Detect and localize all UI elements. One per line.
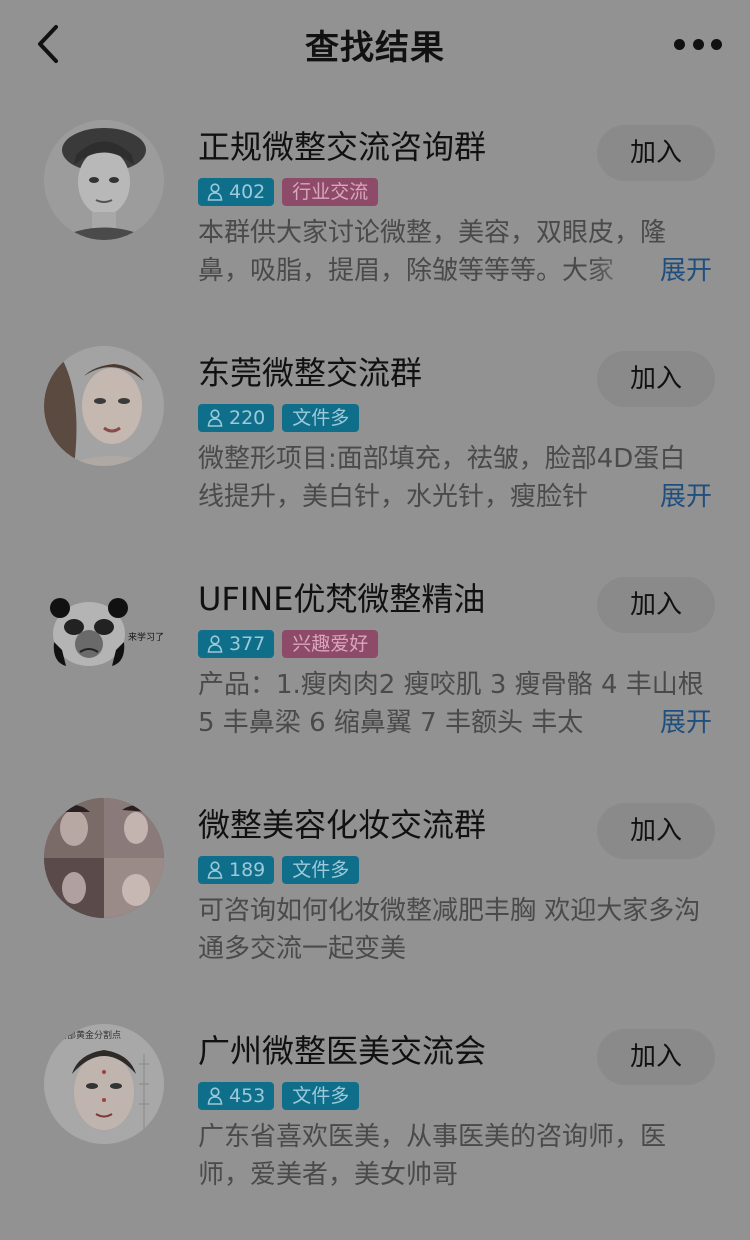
group-tags: 402 行业交流 — [198, 178, 379, 206]
member-count: 189 — [229, 859, 266, 881]
text-fade — [590, 252, 660, 290]
more-horizontal-icon[interactable] — [674, 30, 722, 58]
page-title: 查找结果 — [305, 28, 445, 68]
person-icon — [207, 183, 223, 201]
group-name: 微整美容化妆交流群 — [198, 806, 487, 844]
group-result-item[interactable]: 东莞微整交流群 加入 220 文件多 微整形项目:面部填充，祛皱，脸部4D蛋白线… — [0, 336, 750, 562]
group-result-item[interactable]: 面部黄金分割点 广州微整医美交流会 加入 453 文件多 广东省喜欢医美，从事医… — [0, 1014, 750, 1240]
group-name: 东莞微整交流群 — [198, 354, 423, 392]
member-count-badge: 402 — [198, 178, 275, 206]
group-avatar: 面部黄金分割点 — [44, 1024, 164, 1144]
expand-link[interactable]: 展开 — [660, 252, 712, 290]
group-name: 广州微整医美交流会 — [198, 1032, 487, 1070]
person-icon — [207, 409, 223, 427]
member-count-badge: 377 — [198, 630, 275, 658]
person-icon — [207, 1087, 223, 1105]
group-result-item[interactable]: 来学习了! UFINE优梵微整精油 加入 377 兴趣爱好 产品：1.瘦肉肉2 … — [0, 562, 750, 788]
person-icon — [207, 861, 223, 879]
member-count-badge: 220 — [198, 404, 275, 432]
expand-link[interactable]: 展开 — [660, 704, 712, 742]
text-fade — [590, 704, 660, 742]
top-bar: 查找结果 — [0, 0, 750, 90]
group-avatar — [44, 798, 164, 918]
member-count-badge: 453 — [198, 1082, 275, 1110]
join-button[interactable]: 加入 — [597, 351, 715, 407]
person-icon — [207, 635, 223, 653]
group-name: 正规微整交流咨询群 — [198, 128, 487, 166]
group-description: 广东省喜欢医美，从事医美的咨询师，医师，爱美者，美女帅哥 — [198, 1122, 667, 1190]
member-count: 377 — [229, 633, 266, 655]
member-count: 402 — [229, 181, 266, 203]
group-tags: 220 文件多 — [198, 404, 360, 432]
member-count: 453 — [229, 1085, 266, 1107]
group-tags: 189 文件多 — [198, 856, 360, 884]
member-count: 220 — [229, 407, 266, 429]
join-button[interactable]: 加入 — [597, 1029, 715, 1085]
group-description: 可咨询如何化妆微整减肥丰胸 欢迎大家多沟通多交流一起变美 — [198, 896, 701, 964]
group-name: UFINE优梵微整精油 — [198, 580, 486, 618]
join-button[interactable]: 加入 — [597, 125, 715, 181]
svg-text:来学习了!: 来学习了! — [128, 631, 164, 643]
join-button[interactable]: 加入 — [597, 577, 715, 633]
category-badge: 兴趣爱好 — [282, 630, 379, 658]
join-button[interactable]: 加入 — [597, 803, 715, 859]
category-badge: 文件多 — [282, 1082, 360, 1110]
member-count-badge: 189 — [198, 856, 275, 884]
expand-link[interactable]: 展开 — [660, 478, 712, 516]
group-avatar — [44, 120, 164, 240]
category-badge: 行业交流 — [282, 178, 379, 206]
group-tags: 453 文件多 — [198, 1082, 360, 1110]
text-fade — [590, 478, 660, 516]
group-result-item[interactable]: 正规微整交流咨询群 加入 402 行业交流 本群供大家讨论微整，美容，双眼皮，隆… — [0, 110, 750, 336]
group-tags: 377 兴趣爱好 — [198, 630, 379, 658]
category-badge: 文件多 — [282, 404, 360, 432]
group-result-item[interactable]: 微整美容化妆交流群 加入 189 文件多 可咨询如何化妆微整减肥丰胸 欢迎大家多… — [0, 788, 750, 1014]
group-avatar — [44, 346, 164, 466]
group-avatar: 来学习了! — [44, 572, 164, 692]
category-badge: 文件多 — [282, 856, 360, 884]
svg-text:面部黄金分割点: 面部黄金分割点 — [58, 1029, 121, 1041]
